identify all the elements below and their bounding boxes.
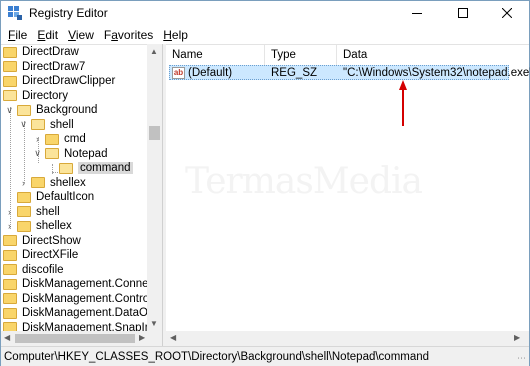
column-header-type[interactable]: Type	[265, 45, 337, 65]
menu-bar: File Edit View Favorites Help	[1, 25, 529, 44]
title-bar: Registry Editor	[1, 1, 529, 25]
tree-item[interactable]: ∨ shell	[19, 118, 73, 133]
scroll-thumb[interactable]	[149, 126, 160, 140]
expand-chevron-icon[interactable]: ›	[5, 207, 14, 217]
red-annotation-arrow-icon	[399, 80, 407, 126]
registry-key-tree[interactable]: DirectDraw DirectDraw7 DirectDrawClipper…	[1, 44, 162, 346]
tree-item[interactable]: DirectDraw	[3, 45, 79, 60]
folder-icon	[3, 75, 17, 87]
menu-favorites[interactable]: Favorites	[99, 28, 158, 42]
folder-icon	[3, 293, 17, 305]
tree-item[interactable]: DefaultIcon	[17, 190, 94, 205]
close-icon	[502, 8, 512, 18]
folder-icon	[17, 220, 31, 232]
tree-item[interactable]: Directory	[3, 89, 68, 104]
value-data-cell[interactable]: "C:\Windows\System32\notepad.exe"	[343, 66, 530, 80]
folder-icon	[31, 119, 45, 131]
folder-icon	[3, 235, 17, 247]
window-title: Registry Editor	[29, 6, 108, 20]
tree-item[interactable]: discofile	[3, 263, 64, 278]
folder-icon	[17, 104, 31, 116]
scroll-right-arrow-icon[interactable]: ▶	[139, 333, 145, 342]
scroll-left-arrow-icon[interactable]: ◀	[4, 333, 10, 342]
minimize-button[interactable]	[394, 1, 440, 25]
menu-edit[interactable]: Edit	[32, 28, 63, 42]
tree-vertical-scrollbar[interactable]: ▲ ▼	[147, 44, 162, 331]
minimize-icon	[412, 13, 422, 14]
folder-icon	[3, 46, 17, 58]
menu-help[interactable]: Help	[158, 28, 193, 42]
folder-icon	[3, 307, 17, 319]
menu-view[interactable]: View	[63, 28, 99, 42]
folder-icon	[59, 162, 73, 174]
resize-grip-icon[interactable]: ⋯	[517, 353, 526, 364]
tree-item[interactable]: DirectDraw7	[3, 60, 85, 75]
folder-icon	[45, 148, 59, 160]
scroll-thumb[interactable]	[15, 334, 135, 343]
collapse-chevron-icon[interactable]: ∨	[19, 119, 28, 130]
menu-file[interactable]: File	[3, 28, 32, 42]
scroll-up-arrow-icon[interactable]: ▲	[150, 47, 158, 56]
scroll-left-arrow-icon[interactable]: ◀	[170, 333, 176, 342]
expand-chevron-icon[interactable]: ›	[33, 134, 42, 144]
tree-item[interactable]: › shell	[5, 205, 60, 220]
value-type-cell[interactable]: REG_SZ	[271, 66, 317, 80]
tree-item[interactable]: DirectShow	[3, 234, 81, 249]
folder-icon	[3, 249, 17, 261]
folder-icon	[45, 133, 59, 145]
tree-item[interactable]: DiskManagement.Connection	[3, 277, 162, 292]
folder-icon	[17, 206, 31, 218]
expand-chevron-icon[interactable]: ›	[19, 178, 28, 188]
tree-item[interactable]: ∨ Background	[5, 103, 97, 118]
tree-item[interactable]: DirectXFile	[3, 248, 78, 263]
tree-item[interactable]: DiskManagement.DataObject	[3, 306, 162, 321]
status-bar: Computer\HKEY_CLASSES_ROOT\Directory\Bac…	[1, 346, 529, 366]
tree-item[interactable]: › cmd	[33, 132, 86, 147]
tree-item[interactable]: DirectDrawClipper	[3, 74, 115, 89]
list-horizontal-scrollbar[interactable]: ◀ ▶	[166, 331, 529, 346]
registry-values-list[interactable]: Name Type Data ab (Default) REG_SZ "C:\W…	[166, 44, 530, 346]
collapse-chevron-icon[interactable]: ∨	[5, 105, 14, 116]
tree-item[interactable]: › shellex	[5, 219, 72, 234]
string-value-ab-icon: ab	[172, 67, 185, 79]
scroll-down-arrow-icon[interactable]: ▼	[150, 319, 158, 328]
current-key-path: Computer\HKEY_CLASSES_ROOT\Directory\Bac…	[4, 350, 430, 363]
folder-icon	[3, 90, 17, 102]
tree-item-selected[interactable]: command	[59, 161, 133, 176]
maximize-icon	[458, 8, 468, 18]
column-header-name[interactable]: Name	[166, 45, 265, 65]
tree-item[interactable]: ∨ Notepad	[33, 147, 107, 162]
value-name-cell[interactable]: ab (Default)	[172, 66, 232, 80]
registry-editor-icon	[8, 6, 22, 20]
folder-icon	[3, 264, 17, 276]
folder-icon	[3, 61, 17, 73]
tree-item[interactable]: DiskManagement.Control	[3, 292, 152, 307]
registry-editor-window: Registry Editor File Edit View Favorites…	[0, 0, 530, 366]
scroll-right-arrow-icon[interactable]: ▶	[514, 333, 520, 342]
scrollbar-corner	[147, 331, 162, 346]
folder-icon	[31, 177, 45, 189]
collapse-chevron-icon[interactable]: ∨	[33, 148, 42, 159]
tree-item[interactable]: › shellex	[19, 176, 86, 191]
folder-icon	[3, 278, 17, 290]
close-button[interactable]	[484, 1, 530, 25]
maximize-button[interactable]	[440, 1, 486, 25]
tree-horizontal-scrollbar[interactable]: ◀ ▶	[1, 331, 162, 346]
folder-icon	[17, 191, 31, 203]
column-header-data[interactable]: Data	[337, 45, 529, 65]
expand-chevron-icon[interactable]: ›	[5, 221, 14, 231]
